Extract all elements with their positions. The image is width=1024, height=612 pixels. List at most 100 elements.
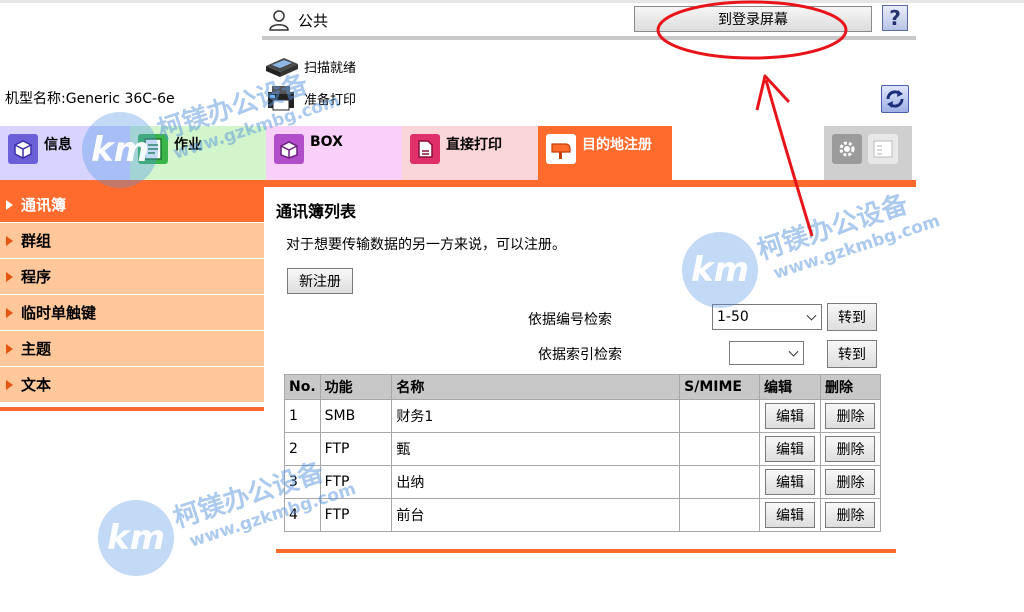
sidebar-divider bbox=[0, 407, 264, 411]
tab-direct-print-label: 直接打印 bbox=[446, 137, 502, 153]
mailbox-icon bbox=[546, 134, 576, 164]
sidebar-item-address-book[interactable]: 通讯簿 bbox=[0, 187, 264, 223]
delete-button[interactable]: 删除 bbox=[825, 469, 876, 495]
tab-direct-print[interactable]: 直接打印 bbox=[402, 126, 538, 180]
tab-job-label: 作业 bbox=[174, 137, 202, 153]
tab-box[interactable]: BOX bbox=[266, 126, 402, 180]
cell-edit: 编辑 bbox=[759, 465, 821, 499]
arrow-right-icon bbox=[6, 343, 13, 354]
info-icon bbox=[8, 134, 38, 164]
header-divider bbox=[262, 36, 916, 40]
sidebar-item-temp-one-touch[interactable]: 临时单触键 bbox=[0, 295, 264, 331]
watermark-url: www.gzkmbg.com bbox=[771, 210, 943, 284]
sidebar-item-label: 临时单触键 bbox=[21, 304, 97, 322]
table-row: 1 SMB 财务1 编辑 删除 bbox=[284, 399, 882, 433]
tab-destination-register[interactable]: 目的地注册 bbox=[538, 126, 672, 180]
tab-admin-settings[interactable] bbox=[824, 126, 912, 180]
model-name: 机型名称:Generic 36C-6e bbox=[5, 91, 175, 107]
cell-smime bbox=[679, 432, 760, 466]
search-by-number-select[interactable]: 1-50 bbox=[712, 304, 822, 330]
cell-smime bbox=[679, 465, 760, 499]
cell-function: FTP bbox=[319, 432, 393, 466]
sidebar-item-subject[interactable]: 主题 bbox=[0, 331, 264, 367]
new-register-button[interactable]: 新注册 bbox=[287, 268, 353, 294]
annotation-arrow-head bbox=[755, 74, 791, 111]
annotation-arrow-line bbox=[764, 79, 814, 237]
job-icon bbox=[138, 134, 168, 164]
search-by-index-select[interactable] bbox=[729, 341, 804, 365]
sidebar-item-group[interactable]: 群组 bbox=[0, 223, 264, 259]
sidebar-item-label: 群组 bbox=[21, 232, 52, 250]
cell-no: 4 bbox=[284, 498, 321, 532]
page-title: 通讯簿列表 bbox=[276, 202, 357, 221]
help-icon[interactable]: ? bbox=[882, 5, 908, 31]
delete-button[interactable]: 删除 bbox=[825, 436, 876, 462]
delete-button[interactable]: 删除 bbox=[825, 502, 876, 528]
goto-number-button[interactable]: 转到 bbox=[827, 303, 877, 331]
cell-smime bbox=[679, 399, 760, 433]
sidebar-item-text[interactable]: 文本 bbox=[0, 367, 264, 403]
print-status: 准备打印 bbox=[264, 84, 356, 112]
cell-smime bbox=[679, 498, 760, 532]
cell-delete: 删除 bbox=[819, 465, 882, 499]
arrow-right-icon bbox=[6, 199, 13, 210]
sidebar-item-program[interactable]: 程序 bbox=[0, 259, 264, 295]
cell-edit: 编辑 bbox=[759, 498, 821, 532]
cell-no: 1 bbox=[284, 399, 321, 433]
arrow-right-icon bbox=[6, 235, 13, 246]
cell-name: 前台 bbox=[391, 498, 681, 532]
search-by-index-label: 依据索引检索 bbox=[538, 347, 622, 363]
tab-underline bbox=[0, 180, 916, 187]
sidebar-item-label: 文本 bbox=[21, 376, 52, 394]
cell-name: 甄 bbox=[391, 432, 681, 466]
cell-no: 2 bbox=[284, 432, 321, 466]
delete-button[interactable]: 删除 bbox=[825, 403, 876, 429]
arrow-right-icon bbox=[6, 307, 13, 318]
arrow-right-icon bbox=[6, 271, 13, 282]
watermark-name: 柯镁办公设备 bbox=[753, 189, 912, 267]
watermark: km 柯镁办公设备 www.gzkmbg.com bbox=[682, 189, 943, 308]
address-book-table: No. 功能 名称 S/MIME 编辑 删除 1 SMB 财务1 编辑 删除 2… bbox=[284, 374, 882, 532]
edit-button[interactable]: 编辑 bbox=[764, 502, 815, 528]
cell-function: FTP bbox=[319, 498, 393, 532]
cell-delete: 删除 bbox=[819, 432, 882, 466]
scan-status: 扫描就绪 bbox=[264, 52, 356, 80]
col-delete: 删除 bbox=[819, 374, 882, 400]
cell-function: FTP bbox=[319, 465, 393, 499]
edit-button[interactable]: 编辑 bbox=[764, 469, 815, 495]
login-screen-button[interactable]: 到登录屏幕 bbox=[634, 6, 872, 32]
cell-edit: 编辑 bbox=[759, 432, 821, 466]
watermark-text: 柯镁办公设备 www.gzkmbg.com bbox=[752, 176, 943, 286]
edit-button[interactable]: 编辑 bbox=[764, 403, 815, 429]
table-row: 4 FTP 前台 编辑 删除 bbox=[284, 498, 882, 532]
arrow-right-icon bbox=[6, 379, 13, 390]
scanner-icon bbox=[266, 58, 298, 77]
cell-name: 出纳 bbox=[391, 465, 681, 499]
page-description: 对于想要传输数据的另一方来说，可以注册。 bbox=[286, 237, 566, 253]
tab-box-label: BOX bbox=[310, 134, 343, 150]
goto-index-button[interactable]: 转到 bbox=[827, 340, 877, 368]
tab-info[interactable]: 信息 bbox=[0, 126, 130, 180]
watermark: km 柯镁办公设备 www.gzkmbg.com bbox=[98, 457, 359, 576]
edit-button[interactable]: 编辑 bbox=[764, 436, 815, 462]
top-border bbox=[0, 0, 1024, 3]
box-icon bbox=[274, 134, 304, 164]
scan-status-text: 扫描就绪 bbox=[304, 60, 357, 76]
sidebar: 通讯簿 群组 程序 临时单触键 主题 文本 bbox=[0, 187, 264, 411]
col-function: 功能 bbox=[319, 374, 393, 400]
cell-delete: 删除 bbox=[819, 399, 882, 433]
col-smime: S/MIME bbox=[679, 374, 760, 400]
chevron-down-icon bbox=[788, 346, 799, 357]
user-area: 公共 bbox=[268, 8, 328, 32]
sidebar-item-label: 通讯簿 bbox=[21, 196, 67, 214]
cell-delete: 删除 bbox=[819, 498, 882, 532]
table-header-row: No. 功能 名称 S/MIME 编辑 删除 bbox=[284, 374, 882, 400]
table-row: 3 FTP 出纳 编辑 删除 bbox=[284, 465, 882, 499]
tab-info-label: 信息 bbox=[44, 137, 72, 153]
user-name: 公共 bbox=[298, 11, 329, 30]
sidebar-item-label: 程序 bbox=[21, 268, 52, 286]
col-edit: 编辑 bbox=[759, 374, 821, 400]
refresh-icon[interactable] bbox=[881, 85, 909, 113]
cell-name: 财务1 bbox=[391, 399, 681, 433]
tab-job[interactable]: 作业 bbox=[130, 126, 266, 180]
